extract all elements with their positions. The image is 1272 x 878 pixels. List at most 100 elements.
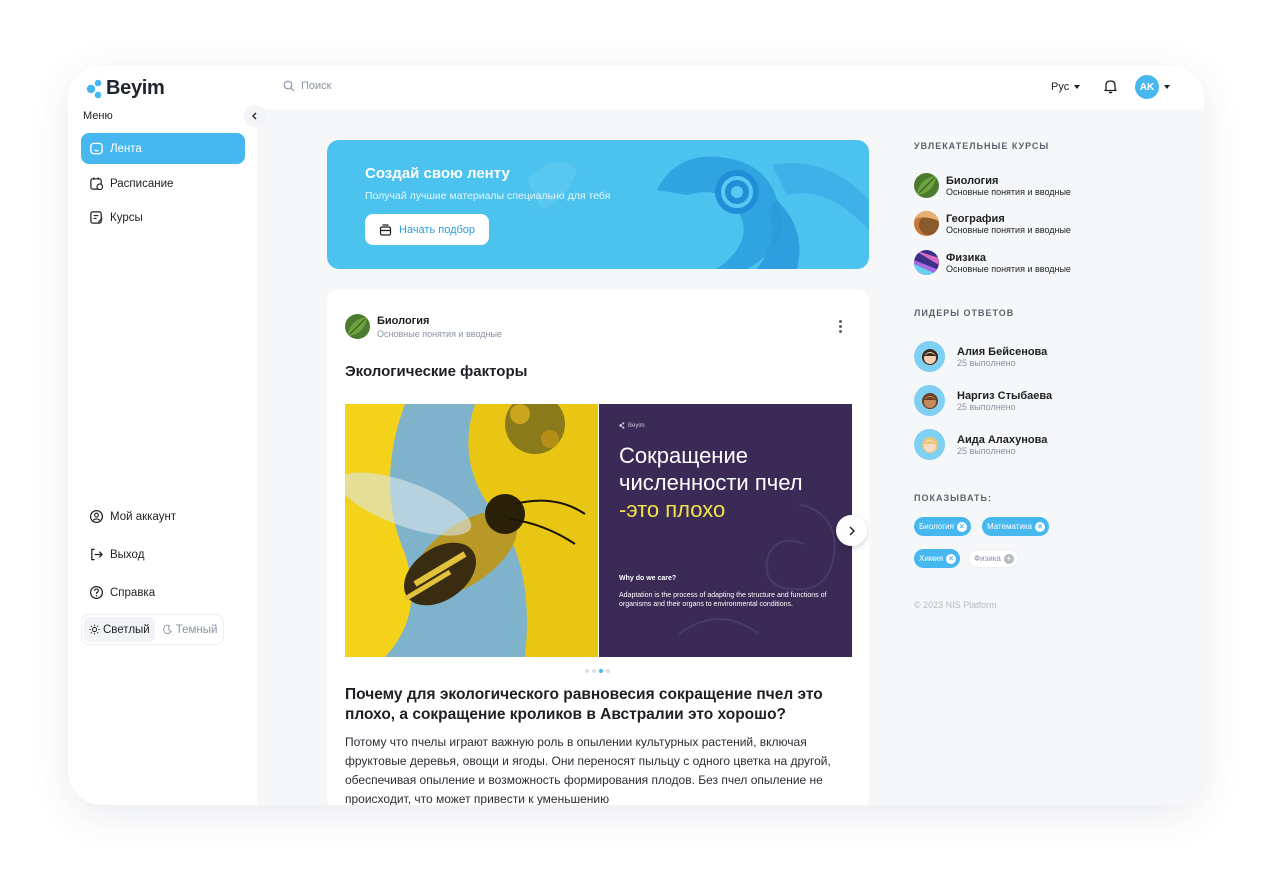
courses-caption: УВЛЕКАТЕЛЬНЫЕ КУРСЫ [914, 141, 1050, 151]
filter-chip-physics[interactable]: Физика + [968, 549, 1019, 568]
bee-photo [345, 404, 598, 657]
sidebar-item-feed[interactable]: Лента [81, 133, 245, 164]
filter-chip-biology[interactable]: Биология × [914, 517, 971, 536]
course-item-geography[interactable]: География Основные понятия и вводные [914, 211, 1071, 236]
sidebar-item-help[interactable]: Справка [81, 577, 245, 608]
notifications-button[interactable] [1103, 78, 1118, 99]
post-more-button[interactable] [839, 320, 842, 333]
user-avatar[interactable]: AK [1135, 75, 1159, 99]
leader-name: Алия Бейсенова [957, 345, 1048, 358]
chevron-right-icon [849, 526, 855, 535]
carousel-dot[interactable] [606, 669, 610, 673]
leader-item[interactable]: Наргиз Стыбаева 25 выполнено [914, 385, 1052, 416]
course-item-subtitle: Основные понятия и вводные [946, 224, 1071, 235]
post-body: Потому что пчелы играют важную роль в оп… [345, 735, 831, 805]
filter-chip-math[interactable]: Математика × [982, 517, 1050, 536]
slide-heading: Сокращение численности пчел -это плохо [619, 442, 839, 523]
course-item-physics[interactable]: Физика Основные понятия и вводные [914, 250, 1071, 275]
course-item-biology[interactable]: Биология Основные понятия и вводные [914, 173, 1071, 198]
slide-brand: Beyim [619, 422, 645, 429]
filter-chip-label: Биология [919, 522, 954, 531]
slide-heading-line-2: численности пчел [619, 470, 803, 495]
carousel-dot[interactable] [585, 669, 589, 673]
course-item-title: География [946, 212, 1005, 225]
sidebar-item-courses[interactable]: Курсы [81, 202, 245, 233]
bell-icon [1104, 80, 1117, 94]
post-title: Экологические факторы [345, 363, 528, 380]
search-input[interactable]: Поиск [283, 80, 331, 92]
avatar [914, 429, 945, 460]
sidebar-item-label: Курсы [110, 211, 143, 224]
courses-icon [90, 211, 103, 224]
app-window: Beyim Меню Лента Расписание Курсы Мой ак… [68, 65, 1204, 805]
create-feed-banner: Создай свою ленту Получай лучшие материа… [327, 140, 869, 269]
sidebar: Beyim Меню Лента Расписание Курсы Мой ак… [68, 65, 257, 805]
carousel-indicator [585, 669, 610, 673]
search-placeholder: Поиск [301, 80, 332, 92]
leader-item[interactable]: Алия Бейсенова 25 выполнено [914, 341, 1047, 372]
slide-card: Beyim Сокращение численности пчел -это п… [599, 404, 852, 657]
banner-decoration [527, 156, 869, 269]
filter-chip-label: Физика [974, 554, 1001, 563]
home-icon [90, 142, 103, 155]
filter-chip-label: Химия [919, 554, 944, 563]
leaf-icon [345, 314, 370, 339]
post-course-title[interactable]: Биология [377, 315, 429, 327]
logout-icon [91, 548, 103, 561]
course-item-subtitle: Основные понятия и вводные [946, 186, 1071, 197]
slide-question: Why do we care? [619, 575, 677, 582]
plus-icon[interactable]: + [1003, 553, 1014, 564]
leaf-icon [914, 173, 939, 198]
sidebar-item-logout[interactable]: Выход [81, 539, 245, 570]
course-item-title: Физика [946, 251, 987, 264]
language-select[interactable]: Рус [1051, 81, 1081, 93]
post-course-subtitle: Основные понятия и вводные [377, 329, 502, 339]
slide-heading-highlight: -это плохо [619, 497, 726, 522]
chevron-left-icon [252, 112, 257, 120]
carousel-dot-active[interactable] [599, 669, 603, 673]
slide-answer: Adaptation is the process of adapting th… [619, 592, 827, 608]
sun-icon [89, 624, 100, 635]
close-icon[interactable]: × [956, 521, 967, 532]
course-avatar-biology[interactable] [345, 314, 370, 339]
prism-icon [914, 250, 939, 275]
banner-title: Создай свою ленту [365, 165, 510, 182]
theme-light-option[interactable]: Светлый [84, 617, 155, 642]
chevron-down-icon [1074, 85, 1081, 89]
sidebar-item-label: Справка [110, 586, 156, 599]
leader-count: 25 выполнено [957, 401, 1016, 412]
course-item-subtitle: Основные понятия и вводные [946, 263, 1071, 274]
leader-count: 25 выполнено [957, 357, 1016, 368]
course-item-title: Биология [946, 174, 999, 187]
logo[interactable]: Beyim [86, 77, 165, 100]
avatar [914, 385, 945, 416]
theme-dark-option[interactable]: Темный [157, 617, 223, 642]
slide-brand-text: Beyim [628, 422, 645, 429]
banner-subtitle: Получай лучшие материалы специально для … [365, 190, 611, 202]
inbox-icon [379, 223, 392, 236]
theme-switch: Светлый Темный [81, 614, 224, 645]
start-selection-button[interactable]: Начать подбор [365, 214, 490, 245]
sidebar-item-schedule[interactable]: Расписание [81, 168, 245, 199]
carousel-dot[interactable] [592, 669, 596, 673]
leader-item[interactable]: Аида Алахунова 25 выполнено [914, 429, 1047, 460]
sidebar-item-label: Лента [110, 142, 142, 155]
menu-caption: Меню [83, 110, 113, 122]
sidebar-item-account[interactable]: Мой аккаунт [81, 501, 245, 532]
sidebar-item-label: Мой аккаунт [110, 510, 177, 523]
filter-caption: ПОКАЗЫВАТЬ: [914, 493, 992, 503]
bee-image [345, 404, 598, 657]
leaders-caption: ЛИДЕРЫ ОТВЕТОВ [914, 308, 1015, 318]
filter-chip-chemistry[interactable]: Химия × [914, 549, 961, 568]
feed-post: Биология Основные понятия и вводные Экол… [327, 289, 869, 805]
close-icon[interactable]: × [946, 553, 957, 564]
search-icon [283, 80, 295, 92]
theme-light-label: Светлый [103, 623, 150, 636]
sidebar-collapse-button[interactable] [244, 105, 266, 127]
close-icon[interactable]: × [1035, 521, 1046, 532]
filter-chip-label: Математика [987, 522, 1033, 531]
chevron-down-icon[interactable] [1164, 85, 1170, 89]
sidebar-item-label: Расписание [110, 177, 174, 190]
carousel-next-button[interactable] [836, 515, 867, 546]
help-icon [89, 585, 104, 600]
